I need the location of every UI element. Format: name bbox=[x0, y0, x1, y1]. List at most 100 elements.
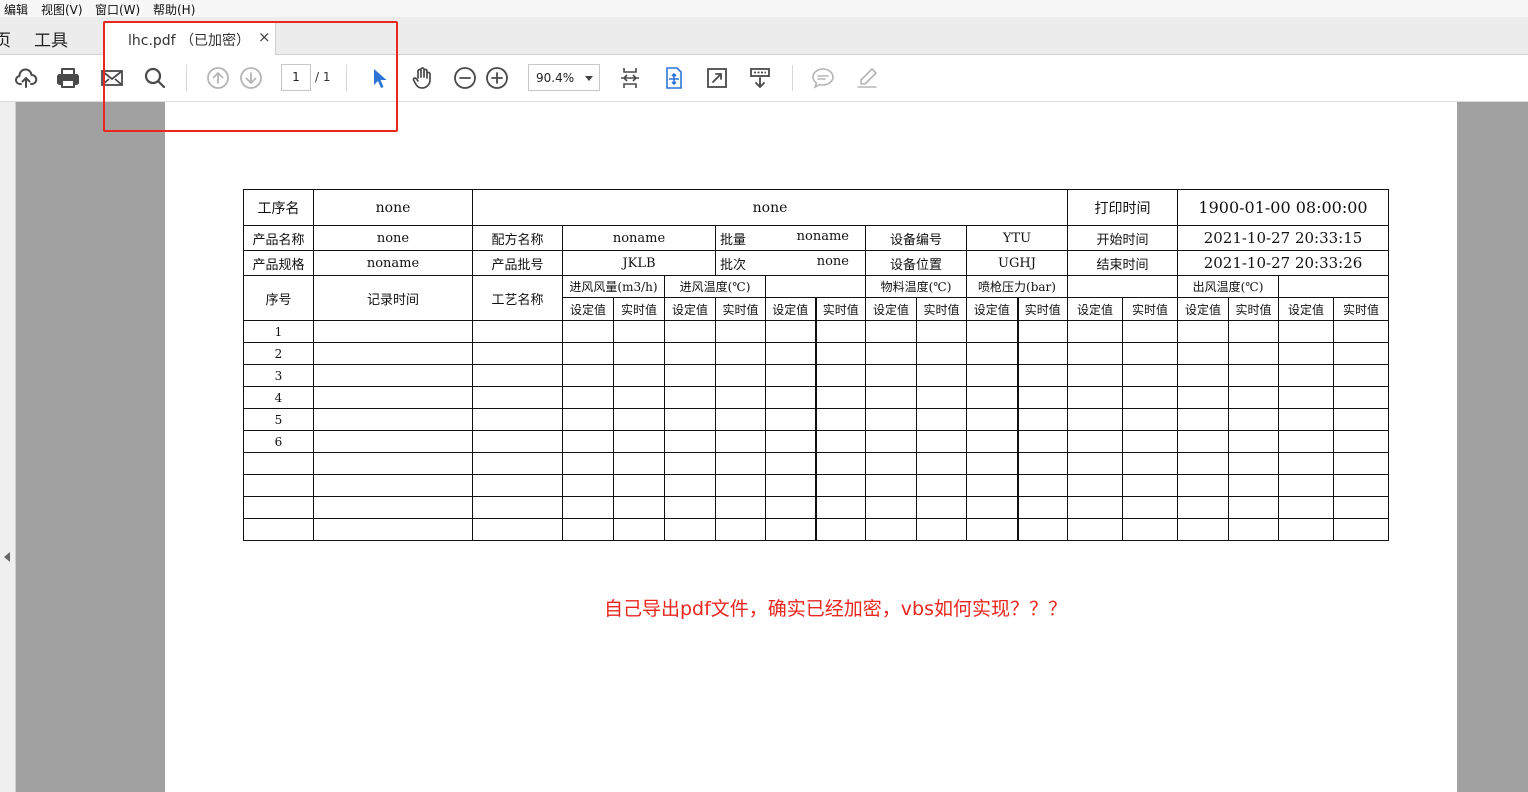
table-cell bbox=[1332, 518, 1390, 541]
label-product-spec: 产品规格 bbox=[243, 250, 314, 276]
table-cell bbox=[814, 452, 866, 475]
table-row: 6 bbox=[243, 430, 1390, 453]
table-row: 产品名称 none 配方名称 noname 批量 noname 设备编号 YTU … bbox=[243, 225, 1390, 251]
upload-cloud-icon[interactable] bbox=[13, 65, 39, 91]
header-group: 喷枪压力(bar) bbox=[966, 275, 1068, 298]
table-cell bbox=[472, 518, 563, 541]
value-device-location: UGHJ bbox=[966, 250, 1068, 276]
table-cell bbox=[715, 320, 766, 343]
header-real-value: 实时值 bbox=[1228, 297, 1279, 321]
fit-page-icon[interactable] bbox=[617, 65, 643, 91]
scroll-mode-icon[interactable] bbox=[747, 65, 773, 91]
table-row: 2 bbox=[243, 342, 1390, 365]
tab-home[interactable]: 页 bbox=[0, 26, 11, 51]
table-cell bbox=[1016, 364, 1068, 387]
label-batch: 批次 bbox=[720, 257, 747, 273]
header-set-value: 设定值 bbox=[865, 297, 917, 321]
table-cell bbox=[313, 386, 473, 409]
table-cell bbox=[916, 430, 967, 453]
table-cell bbox=[472, 364, 563, 387]
table-cell bbox=[1067, 518, 1123, 541]
table-cell bbox=[865, 518, 917, 541]
table-cell bbox=[1332, 364, 1390, 387]
table-cell bbox=[1122, 342, 1178, 365]
comment-icon[interactable] bbox=[810, 65, 836, 91]
tab-tools[interactable]: 工具 bbox=[34, 26, 68, 51]
table-cell bbox=[765, 474, 816, 497]
label-recipe-name: 配方名称 bbox=[472, 225, 563, 251]
label-batch-size: 批量 bbox=[720, 232, 747, 248]
prev-page-icon[interactable] bbox=[205, 65, 231, 91]
table-cell bbox=[613, 452, 665, 475]
zoom-select[interactable]: 90.4% bbox=[528, 64, 600, 91]
table-cell bbox=[814, 364, 866, 387]
table-cell bbox=[562, 474, 614, 497]
table-cell bbox=[1122, 430, 1178, 453]
table-cell bbox=[865, 452, 917, 475]
table-cell bbox=[313, 342, 473, 365]
table-cell bbox=[472, 408, 563, 431]
close-icon[interactable]: × bbox=[258, 28, 271, 46]
table-cell bbox=[1228, 386, 1279, 409]
search-icon[interactable] bbox=[142, 65, 168, 91]
table-cell bbox=[1177, 496, 1229, 519]
table-cell bbox=[865, 474, 917, 497]
row-number: 3 bbox=[243, 364, 314, 387]
table-cell bbox=[814, 320, 866, 343]
label-batch-number: 产品批号 bbox=[472, 250, 563, 276]
table-cell bbox=[562, 518, 614, 541]
table-cell bbox=[966, 452, 1018, 475]
header-real-value: 实时值 bbox=[1332, 297, 1390, 321]
row-number bbox=[243, 518, 314, 541]
left-panel-rail[interactable] bbox=[0, 102, 16, 792]
table-cell bbox=[865, 342, 917, 365]
table-cell bbox=[966, 342, 1018, 365]
menu-edit[interactable]: 编辑 bbox=[4, 1, 28, 18]
table-row: 产品规格 noname 产品批号 JKLB 批次 none 设备位置 UGHJ 结… bbox=[243, 250, 1390, 276]
header-record-time: 记录时间 bbox=[313, 275, 473, 321]
zoom-out-icon[interactable] bbox=[452, 65, 478, 91]
table-cell bbox=[715, 452, 766, 475]
document-tab[interactable]: lhc.pdf （已加密） × bbox=[103, 21, 276, 56]
table-row: 1 bbox=[243, 320, 1390, 343]
row-number: 6 bbox=[243, 430, 314, 453]
next-page-icon[interactable] bbox=[238, 65, 264, 91]
table-cell bbox=[1177, 518, 1229, 541]
value-process-name: none bbox=[313, 189, 473, 226]
chevron-down-icon[interactable] bbox=[585, 76, 593, 81]
table-cell bbox=[765, 386, 816, 409]
table-cell bbox=[613, 364, 665, 387]
select-cursor-icon[interactable] bbox=[366, 65, 392, 91]
hand-icon[interactable] bbox=[409, 65, 435, 91]
table-cell bbox=[1177, 430, 1229, 453]
full-screen-icon[interactable] bbox=[704, 65, 730, 91]
row-number bbox=[243, 474, 314, 497]
fit-width-icon[interactable] bbox=[661, 65, 687, 91]
print-icon[interactable] bbox=[55, 65, 81, 91]
table-cell bbox=[1067, 320, 1123, 343]
table-cell bbox=[562, 364, 614, 387]
table-cell bbox=[814, 518, 866, 541]
menu-view[interactable]: 视图(V) bbox=[41, 1, 83, 18]
value-batch: none bbox=[816, 253, 849, 269]
page-number-input[interactable]: 1 bbox=[281, 64, 311, 91]
table-cell bbox=[814, 474, 866, 497]
header-group: 出风温度(℃) bbox=[1177, 275, 1279, 298]
batch-cell: 批次 none bbox=[715, 250, 866, 276]
table-cell bbox=[1016, 474, 1068, 497]
zoom-in-icon[interactable] bbox=[484, 65, 510, 91]
mail-icon[interactable] bbox=[99, 65, 125, 91]
menu-help[interactable]: 帮助(H) bbox=[153, 1, 195, 18]
label-product-name: 产品名称 bbox=[243, 225, 314, 251]
table-cell bbox=[916, 452, 967, 475]
table-cell bbox=[613, 320, 665, 343]
expand-panel-icon[interactable] bbox=[4, 552, 10, 562]
label-process-name: 工序名 bbox=[243, 189, 314, 226]
table-cell bbox=[715, 364, 766, 387]
table-cell bbox=[664, 386, 716, 409]
menu-window[interactable]: 窗口(W) bbox=[95, 1, 140, 18]
table-cell bbox=[966, 496, 1018, 519]
table-cell bbox=[1016, 496, 1068, 519]
table-cell bbox=[1122, 496, 1178, 519]
sign-icon[interactable] bbox=[854, 65, 880, 91]
